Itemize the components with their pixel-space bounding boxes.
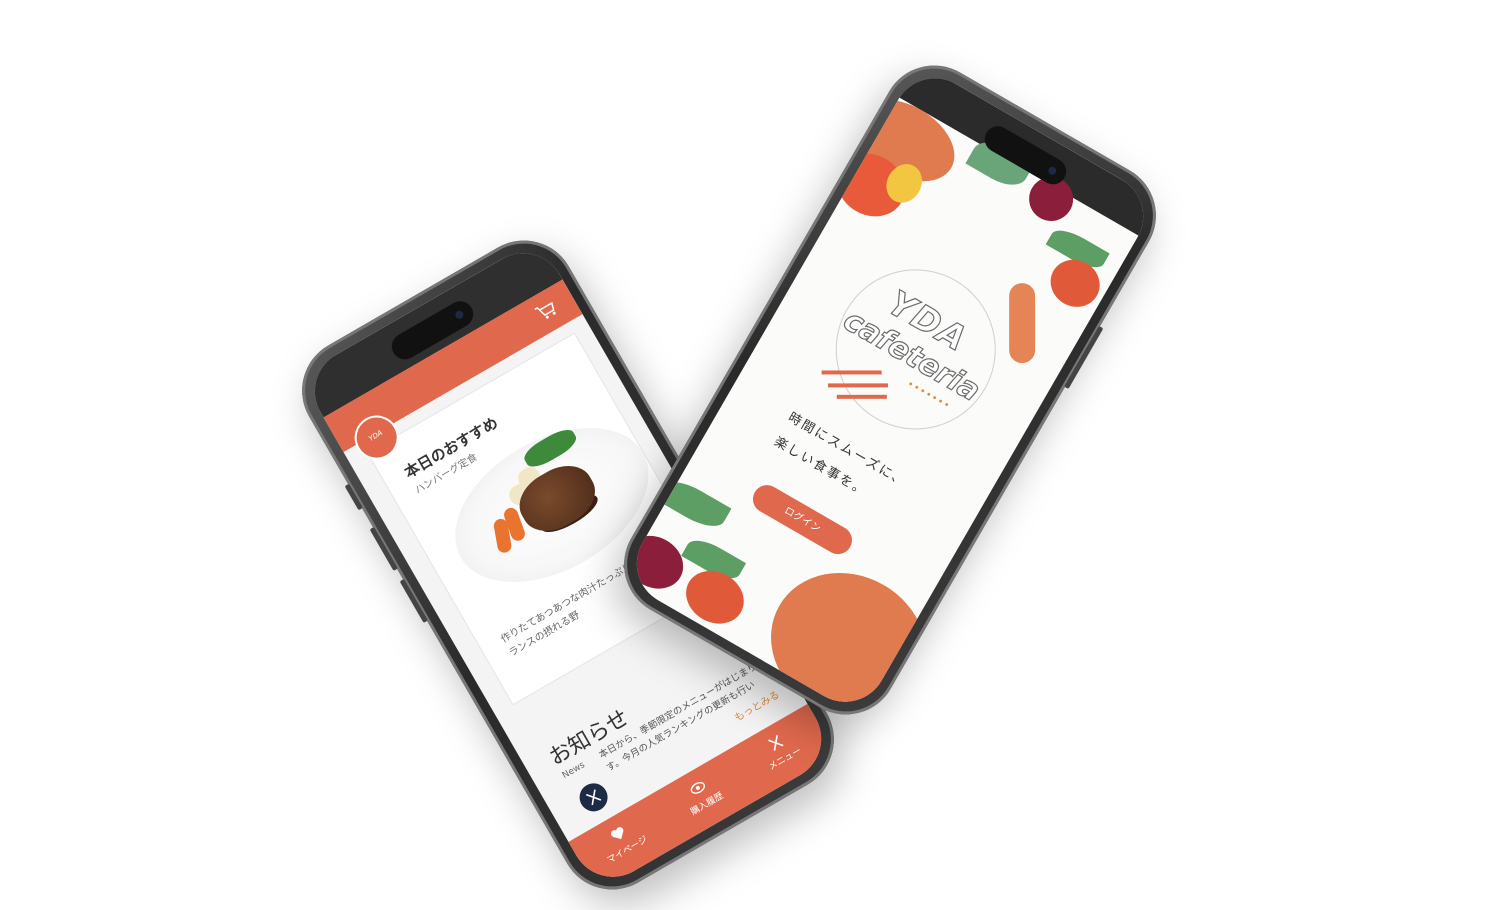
phone-mockup-login: YDA cafeteria ••••••• 時間にスムーズに、 楽しい食事を。 … (605, 46, 1175, 734)
fork-knife-icon (574, 778, 613, 817)
carrot-illustration (1009, 283, 1036, 364)
cart-icon[interactable] (533, 297, 561, 324)
logo-stripe (828, 383, 889, 388)
nav-menu[interactable]: メニュー (733, 714, 827, 787)
spinach-garnish (520, 424, 580, 472)
nav-mypage[interactable]: マイページ (575, 805, 669, 878)
beet-illustration (621, 525, 693, 599)
tomato-illustration (676, 560, 754, 634)
fork-knife-icon (768, 735, 784, 751)
mute-switch (344, 483, 363, 511)
logo-stripe (821, 370, 882, 375)
leaf-illustration (655, 473, 732, 535)
logo-stripe (836, 394, 887, 399)
heart-icon (610, 827, 624, 840)
nav-history[interactable]: 購入履歴 (655, 759, 749, 832)
login-screen: YDA cafeteria ••••••• 時間にスムーズに、 楽しい食事を。 … (621, 62, 1159, 718)
eye-icon (690, 781, 706, 794)
